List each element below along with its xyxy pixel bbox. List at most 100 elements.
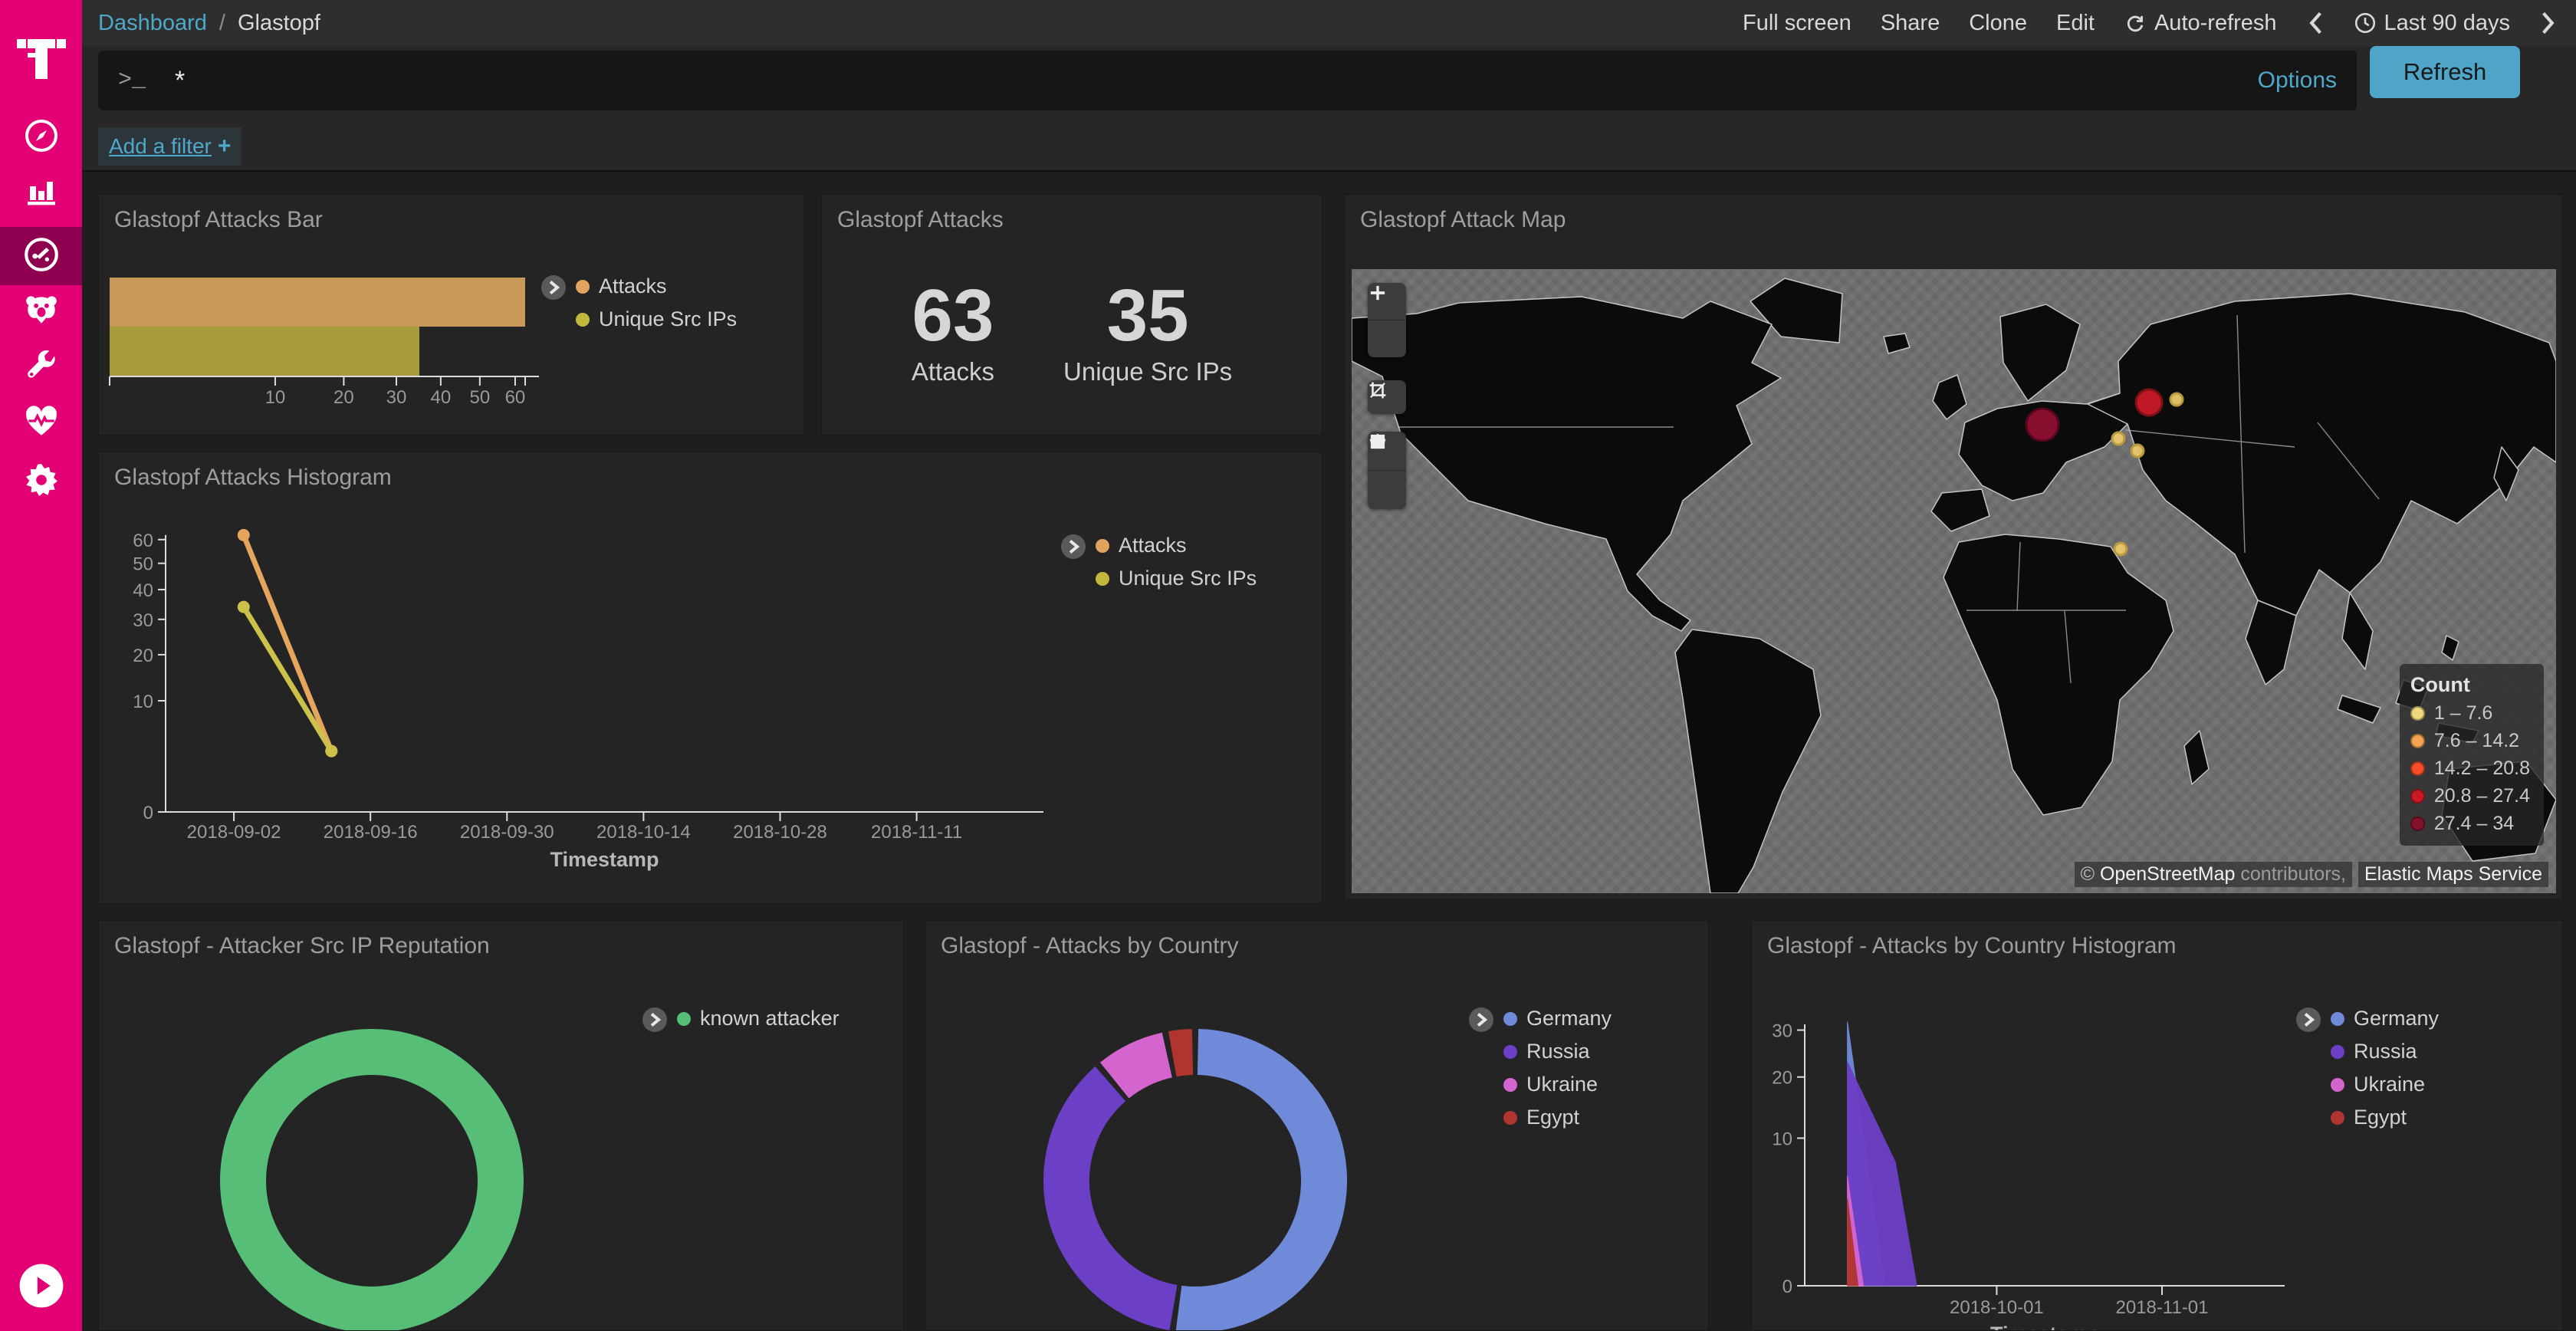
- sidebar-item-dashboard[interactable]: [0, 227, 82, 285]
- edit-button[interactable]: Edit: [2056, 11, 2095, 36]
- legend-item[interactable]: Ukraine: [1503, 1073, 1612, 1096]
- sidebar-item-beats[interactable]: [0, 281, 82, 340]
- svg-text:10: 10: [133, 692, 153, 712]
- legend-item[interactable]: Russia: [1503, 1040, 1612, 1063]
- chart-legend: known attacker: [642, 1007, 840, 1033]
- attack-dot[interactable]: [2136, 389, 2162, 416]
- sidebar: [0, 0, 82, 1331]
- legend-toggle-chevron-icon[interactable]: [1060, 534, 1086, 560]
- sidebar-item-monitoring[interactable]: [0, 393, 82, 452]
- draw-rectangle-button[interactable]: [1368, 470, 1406, 509]
- map-attribution: © OpenStreetMap contributors, Elastic Ma…: [2075, 862, 2548, 887]
- map-legend-item: 1 – 7.6: [2410, 702, 2530, 725]
- sidebar-item-discover[interactable]: [0, 108, 82, 166]
- attack-dot[interactable]: [2112, 432, 2124, 445]
- plus-icon: +: [218, 133, 232, 159]
- legend-item[interactable]: Germany: [2331, 1007, 2439, 1030]
- legend-toggle-chevron-icon[interactable]: [642, 1007, 668, 1033]
- panel-title: Glastopf Attacks: [837, 207, 1004, 233]
- clone-button[interactable]: Clone: [1969, 11, 2027, 36]
- query-filter-bar: >_ * Options Refresh Add a filter +: [82, 46, 2576, 172]
- sidebar-item-dev-tools[interactable]: [0, 337, 82, 396]
- legend-item[interactable]: Ukraine: [2331, 1073, 2439, 1096]
- legend-dot: [2331, 1111, 2344, 1125]
- legend-item[interactable]: Attacks: [1096, 534, 1257, 557]
- svg-text:Timestamp: Timestamp: [550, 848, 659, 871]
- donut-slice: [1178, 1052, 1324, 1310]
- panel-attacks-metric: Glastopf Attacks 63 Attacks35 Unique Src…: [821, 194, 1322, 435]
- svg-text:20: 20: [133, 646, 153, 666]
- legend-item[interactable]: Attacks: [576, 274, 737, 298]
- search-input[interactable]: >_ * Options: [98, 51, 2357, 110]
- options-link[interactable]: Options: [2258, 67, 2337, 94]
- time-back-button[interactable]: [2306, 11, 2325, 35]
- sidebar-expand-button[interactable]: [0, 1262, 82, 1310]
- map-count-legend: Count 1 – 7.6 7.6 – 14.2 14.2 – 20.8 20.…: [2400, 664, 2544, 846]
- svg-text:50: 50: [470, 387, 491, 408]
- metric: 35 Unique Src IPs: [1063, 279, 1232, 386]
- tmobile-logo-icon[interactable]: [0, 23, 82, 92]
- legend-item[interactable]: Egypt: [2331, 1106, 2439, 1129]
- legend-item[interactable]: Unique Src IPs: [1096, 567, 1257, 590]
- legend-item[interactable]: Unique Src IPs: [576, 307, 737, 331]
- attack-dot[interactable]: [2026, 409, 2058, 441]
- legend-label: Egypt: [2354, 1106, 2407, 1129]
- sidebar-item-visualize[interactable]: [0, 163, 82, 222]
- chart-legend: Attacks Unique Src IPs: [1060, 534, 1257, 590]
- legend-item[interactable]: Egypt: [1503, 1106, 1612, 1129]
- share-button[interactable]: Share: [1881, 11, 1940, 36]
- world-map[interactable]: Count 1 – 7.6 7.6 – 14.2 14.2 – 20.8 20.…: [1352, 269, 2556, 893]
- svg-text:0: 0: [1783, 1277, 1792, 1297]
- svg-text:2018-11-01: 2018-11-01: [2116, 1297, 2209, 1318]
- legend-toggle-chevron-icon[interactable]: [2295, 1007, 2321, 1033]
- legend-dot: [1096, 539, 1109, 553]
- range-dot: [2410, 817, 2425, 831]
- legend-toggle-chevron-icon[interactable]: [540, 274, 567, 301]
- map-fit-control: [1368, 380, 1406, 414]
- metric-value: 35: [1063, 279, 1232, 353]
- attack-dot[interactable]: [2114, 543, 2127, 555]
- svg-text:20: 20: [1772, 1068, 1792, 1089]
- time-picker-button[interactable]: Last 90 days: [2354, 11, 2510, 36]
- refresh-button[interactable]: Refresh: [2370, 46, 2520, 98]
- range-label: 27.4 – 34: [2434, 813, 2514, 835]
- legend-dot: [1503, 1045, 1517, 1059]
- range-dot: [2410, 734, 2425, 748]
- legend-label: known attacker: [700, 1007, 840, 1030]
- dashboard-gauge-icon: [22, 235, 61, 278]
- fit-data-bounds-button[interactable]: [1368, 380, 1406, 414]
- heartbeat-icon: [22, 402, 61, 444]
- breadcrumb-dashboard-link[interactable]: Dashboard: [98, 11, 207, 36]
- openstreetmap-link: OpenStreetMap: [2100, 863, 2236, 885]
- bar-chart-icon: [23, 173, 60, 213]
- query-prompt-icon: >_: [118, 67, 146, 94]
- donut-slice: [1066, 1084, 1173, 1308]
- auto-refresh-button[interactable]: Auto-refresh: [2124, 11, 2277, 36]
- legend-item[interactable]: known attacker: [677, 1007, 840, 1030]
- metric-label: Attacks: [912, 357, 994, 386]
- panel-attack-map: Glastopf Attack Map: [1344, 194, 2563, 900]
- top-nav: Dashboard / Glastopf Full screen Share C…: [82, 0, 2576, 46]
- zoom-out-button[interactable]: [1368, 320, 1406, 357]
- sidebar-item-management[interactable]: [0, 452, 82, 510]
- range-label: 14.2 – 20.8: [2434, 758, 2530, 780]
- attack-dot[interactable]: [2131, 445, 2144, 457]
- legend-item[interactable]: Russia: [2331, 1040, 2439, 1063]
- breadcrumb-separator: /: [219, 11, 225, 36]
- compass-icon: [23, 117, 60, 158]
- time-forward-button[interactable]: [2539, 11, 2558, 35]
- wrench-icon: [23, 347, 60, 387]
- attack-dot[interactable]: [2170, 393, 2183, 406]
- chart-legend: Germany Russia Ukraine Egypt: [1468, 1007, 1612, 1129]
- legend-item[interactable]: Germany: [1503, 1007, 1612, 1030]
- legend-toggle-chevron-icon[interactable]: [1468, 1007, 1494, 1033]
- full-screen-button[interactable]: Full screen: [1743, 11, 1852, 36]
- breadcrumb: Dashboard / Glastopf: [98, 11, 320, 36]
- map-zoom-controls: [1368, 283, 1406, 357]
- gear-icon: [23, 461, 60, 501]
- add-filter-button[interactable]: Add a filter +: [98, 127, 242, 166]
- svg-text:30: 30: [1772, 1021, 1792, 1042]
- legend-dot: [576, 313, 590, 327]
- svg-text:10: 10: [1772, 1129, 1792, 1149]
- legend-dot: [2331, 1045, 2344, 1059]
